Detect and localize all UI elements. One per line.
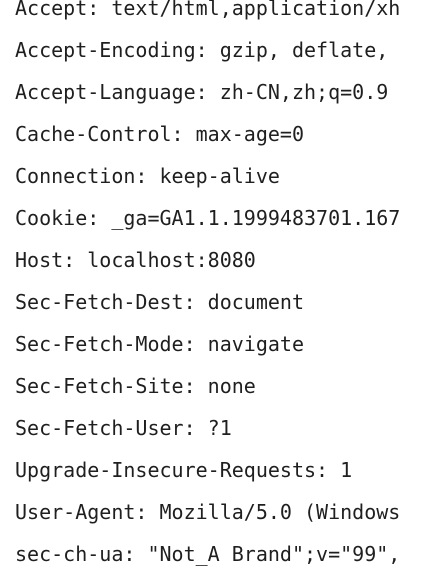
header-accept: Accept: text/html,application/xh — [15, 0, 401, 20]
header-sec-fetch-dest: Sec-Fetch-Dest: document — [15, 290, 304, 314]
header-accept-encoding: Accept-Encoding: gzip, deflate, — [15, 38, 389, 62]
header-host: Host: localhost:8080 — [15, 248, 256, 272]
header-cache-control: Cache-Control: max-age=0 — [15, 122, 304, 146]
request-headers-view: Accept: text/html,application/xh Accept-… — [0, 0, 437, 588]
header-sec-ch-ua: sec-ch-ua: "Not_A Brand";v="99", — [15, 542, 401, 566]
header-upgrade-insecure-requests: Upgrade-Insecure-Requests: 1 — [15, 458, 353, 482]
header-sec-fetch-user: Sec-Fetch-User: ?1 — [15, 416, 232, 440]
header-user-agent: User-Agent: Mozilla/5.0 (Windows — [15, 500, 401, 524]
header-sec-fetch-mode: Sec-Fetch-Mode: navigate — [15, 332, 304, 356]
header-cookie: Cookie: _ga=GA1.1.1999483701.167 — [15, 206, 401, 230]
header-connection: Connection: keep-alive — [15, 164, 280, 188]
header-accept-language: Accept-Language: zh-CN,zh;q=0.9 — [15, 80, 389, 104]
header-sec-fetch-site: Sec-Fetch-Site: none — [15, 374, 256, 398]
request-headers-list: Accept: text/html,application/xh Accept-… — [15, 0, 400, 575]
